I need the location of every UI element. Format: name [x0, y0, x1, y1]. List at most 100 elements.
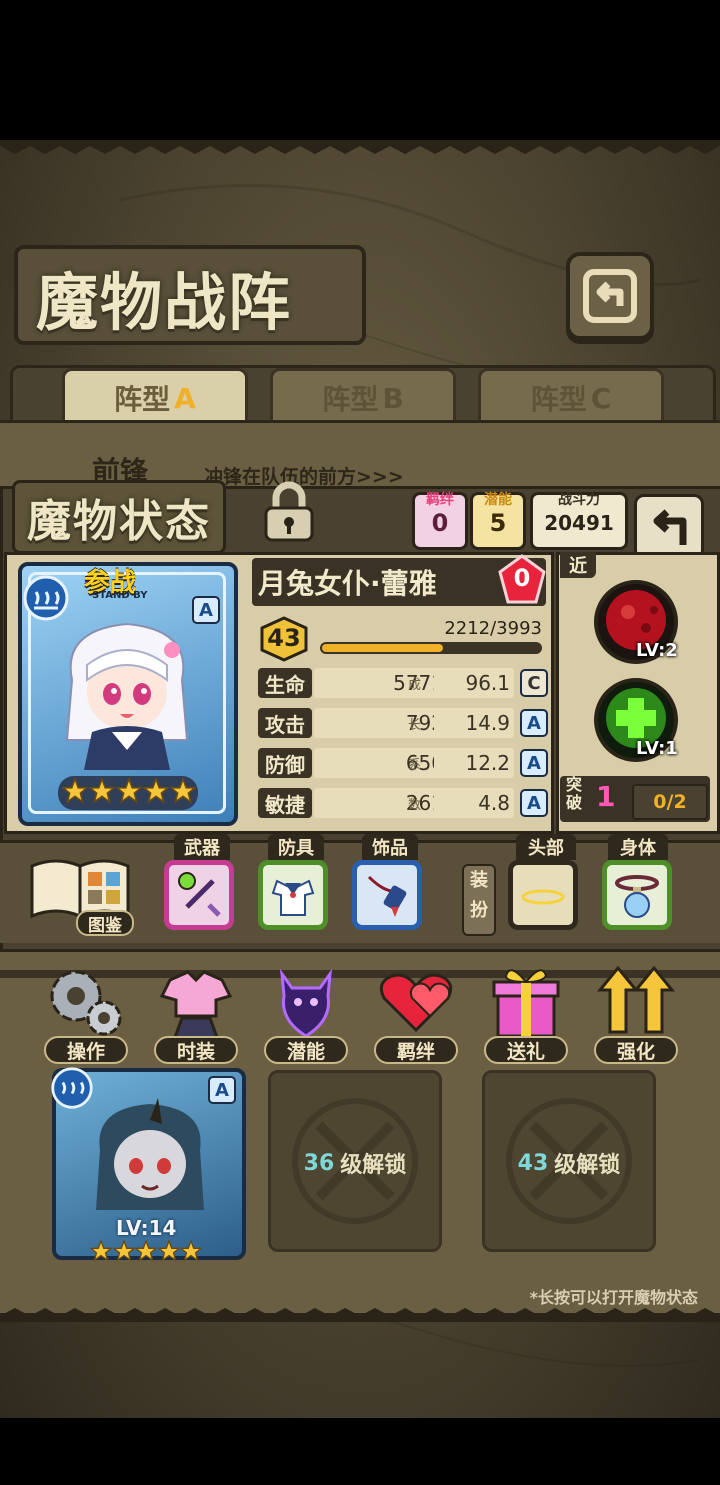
stat-value: 792: [314, 708, 450, 738]
action-enhance-button[interactable]: 强化: [586, 960, 686, 1064]
growth-char: 系: [408, 758, 422, 773]
back-arrow-icon: [583, 269, 637, 323]
breakthrough-label: 突 破: [566, 776, 582, 812]
unlock-requirement: 36 级解锁: [271, 1143, 439, 1183]
stat-label: 攻击: [258, 708, 312, 738]
skill-1-button[interactable]: LV:2: [592, 578, 680, 666]
charm-pendant-icon: [367, 875, 407, 917]
status-title: 魔物状态: [12, 480, 226, 554]
exp-bar-fill: [322, 644, 443, 652]
potential-box[interactable]: 潜能 5: [470, 492, 526, 550]
body-slot[interactable]: [602, 860, 672, 930]
level-value: 43: [267, 624, 301, 652]
grade-badge: A: [520, 749, 548, 777]
accessory-slot[interactable]: [352, 860, 422, 930]
star-icon: [157, 1240, 180, 1262]
stats-table: 生命 5771 96.1 C 攻击 792 14.9 A 防御 650 12.2…: [258, 668, 548, 820]
skill-2-button[interactable]: LV:1: [592, 676, 680, 764]
action-label: 送礼: [484, 1036, 568, 1064]
action-label: 潜能: [264, 1036, 348, 1064]
action-bond-button[interactable]: 羁绊: [366, 960, 466, 1064]
tab-formation-c[interactable]: 阵型 C: [478, 368, 664, 428]
outfit-label: 装 扮: [462, 864, 496, 936]
upgrade-arrows-icon: [596, 965, 676, 1034]
locked-slot-2: 43 级解锁: [482, 1070, 656, 1252]
star-icon: [116, 778, 142, 804]
growth-value: 14.9: [434, 708, 514, 738]
range-tag: 近: [560, 552, 596, 578]
action-gift-button[interactable]: 送礼: [476, 960, 576, 1064]
action-fashion-button[interactable]: 时装: [146, 960, 246, 1064]
outfit-char: 装: [470, 870, 488, 891]
weapon-slot[interactable]: [164, 860, 234, 930]
action-label: 羁绊: [374, 1036, 458, 1064]
stat-label: 防御: [258, 748, 312, 778]
stat-row-agility: 敏捷 261 4.8 A: [258, 788, 548, 820]
action-label: 强化: [594, 1036, 678, 1064]
star-icon: [143, 778, 169, 804]
stat-label: 敏捷: [258, 788, 312, 818]
bond-box[interactable]: 羁绊 0: [412, 492, 468, 550]
encyclopedia-button[interactable]: 图鉴: [26, 852, 134, 940]
action-operate-button[interactable]: 操作: [36, 960, 136, 1064]
body-label: 身体: [608, 834, 668, 860]
character-card[interactable]: 参战 STAND BY A: [18, 562, 238, 826]
stat-label: 生命: [258, 668, 312, 698]
bond-value: 0: [431, 509, 449, 537]
growth-value: 12.2: [434, 748, 514, 778]
tab-label: 阵型: [530, 383, 587, 416]
potential-value: 5: [489, 509, 507, 537]
back-button[interactable]: [566, 252, 654, 340]
breakthrough-value: 1: [596, 780, 616, 813]
demon-silhouette-icon: [280, 968, 332, 1038]
accessory-label: 饰品: [362, 834, 418, 860]
star-icon: [180, 1240, 202, 1262]
head-label: 头部: [516, 834, 576, 860]
growth-char: 长: [408, 718, 422, 733]
long-press-hint: *长按可以打开魔物状态: [529, 1288, 698, 1307]
grade-badge: A: [520, 709, 548, 737]
unlock-requirement: 43 级解锁: [485, 1143, 653, 1183]
tab-letter: C: [590, 381, 612, 415]
power-label: 战斗力: [558, 492, 600, 508]
unlock-level: 36: [303, 1150, 335, 1176]
tab-label: 阵型: [322, 383, 379, 416]
staff-icon: [178, 872, 221, 917]
padlock-icon[interactable]: [256, 480, 322, 546]
bond-label: 羁绊: [426, 492, 454, 508]
hearts-icon: [379, 973, 453, 1033]
breakthrough-char: 突: [566, 775, 583, 794]
sailor-uniform-icon: [271, 879, 315, 916]
star-icon: [89, 778, 115, 804]
tab-formation-a[interactable]: 阵型 A: [62, 368, 248, 428]
grade-badge: A: [520, 789, 548, 817]
head-slot[interactable]: [508, 860, 578, 930]
grade-badge: C: [520, 669, 548, 697]
gem-badge-value: 0: [513, 564, 531, 592]
action-potential-button[interactable]: 潜能: [256, 960, 356, 1064]
skill-level: LV:2: [636, 640, 678, 661]
unlock-level: 43: [517, 1150, 549, 1176]
gift-icon: [492, 969, 560, 1038]
action-label: 时装: [154, 1036, 238, 1064]
growth-char: 成: [408, 678, 422, 693]
team-member-portrait: [96, 1098, 204, 1210]
gears-icon: [50, 970, 122, 1036]
team-member-card[interactable]: A LV:14: [51, 1067, 246, 1260]
outfit-char: 扮: [470, 900, 488, 921]
stat-row-hp: 生命 5771 96.1 C: [258, 668, 548, 700]
status-close-button[interactable]: [634, 494, 704, 560]
stat-row-defense: 防御 650 12.2 A: [258, 748, 548, 780]
growth-value: 4.8: [434, 788, 514, 818]
stat-row-attack: 攻击 792 14.9 A: [258, 708, 548, 740]
armor-slot[interactable]: [258, 860, 328, 930]
character-name: 月兔女仆·蕾雅: [258, 567, 437, 600]
armor-label: 防具: [268, 834, 324, 860]
power-value: 20491: [544, 511, 614, 535]
star-icon: [170, 778, 196, 804]
standby-sub: STAND BY: [92, 590, 148, 601]
locked-slot-1: 36 级解锁: [268, 1070, 442, 1252]
encyclopedia-label: 图鉴: [76, 910, 134, 936]
tab-formation-b[interactable]: 阵型 B: [270, 368, 456, 428]
potential-label: 潜能: [484, 492, 512, 508]
